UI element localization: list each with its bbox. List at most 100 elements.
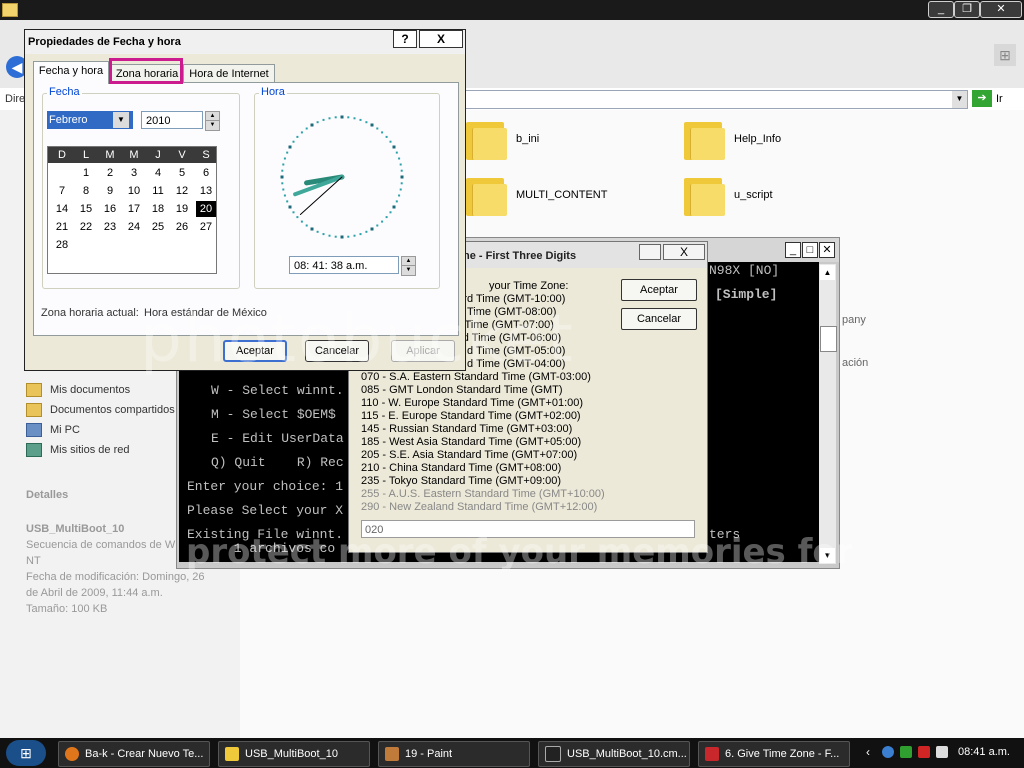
- year-input[interactable]: 2010: [141, 111, 203, 129]
- folder-icon[interactable]: [684, 174, 725, 216]
- calendar-day[interactable]: 12: [172, 183, 192, 199]
- ok-button[interactable]: Aceptar: [223, 340, 287, 362]
- cancel-button[interactable]: Cancelar: [305, 340, 369, 362]
- folder-name[interactable]: Help_Info: [734, 133, 781, 145]
- clock-tick: [296, 216, 299, 219]
- ok-button[interactable]: Aceptar: [621, 279, 697, 301]
- clock-tick: [353, 117, 356, 120]
- tz-code-input[interactable]: 020: [361, 520, 695, 538]
- go-arrow-icon[interactable]: ➔: [972, 90, 992, 107]
- clock-tick: [399, 163, 402, 166]
- taskbar-item[interactable]: Ba-k - Crear Nuevo Te...: [58, 741, 210, 767]
- taskbar-item[interactable]: 6. Give Time Zone - F...: [698, 741, 850, 767]
- clock-tick: [376, 224, 379, 227]
- calendar-day[interactable]: 25: [148, 219, 168, 235]
- calendar-day[interactable]: 18: [148, 201, 168, 217]
- file-detail-text: pany: [842, 314, 866, 326]
- spin-down-icon[interactable]: ▼: [401, 265, 416, 276]
- folder-icon[interactable]: [684, 118, 725, 160]
- cancel-button[interactable]: Cancelar: [621, 308, 697, 330]
- calendar-day[interactable]: 26: [172, 219, 192, 235]
- calendar-day[interactable]: 8: [76, 183, 96, 199]
- close-button[interactable]: ✕: [819, 242, 835, 258]
- close-button[interactable]: X: [663, 244, 705, 260]
- chevron-up-icon[interactable]: ▲: [820, 265, 835, 280]
- update-icon[interactable]: [918, 746, 930, 758]
- calendar-day[interactable]: 24: [124, 219, 144, 235]
- time-input[interactable]: 08: 41: 38 a.m.: [289, 256, 399, 274]
- address-input[interactable]: ▼: [460, 90, 968, 109]
- tz-option: 185 - West Asia Standard Time (GMT+05:00…: [361, 436, 582, 448]
- clock-tick: [370, 123, 374, 127]
- folder-icon[interactable]: [466, 118, 507, 160]
- calendar-day[interactable]: 23: [100, 219, 120, 235]
- network-icon: [26, 443, 42, 458]
- calendar-day[interactable]: 6: [196, 165, 216, 181]
- minimize-button[interactable]: [639, 244, 661, 260]
- current-tz-label: Zona horaria actual:: [41, 307, 139, 319]
- calendar-day[interactable]: 16: [100, 201, 120, 217]
- calendar-day[interactable]: 3: [124, 165, 144, 181]
- go-button[interactable]: Ir: [996, 93, 1003, 105]
- calendar-day[interactable]: 20: [196, 201, 216, 217]
- minimize-button[interactable]: _: [928, 1, 954, 18]
- close-button[interactable]: ✕: [980, 1, 1022, 18]
- tz-option: 205 - S.E. Asia Standard Time (GMT+07:00…: [361, 449, 578, 461]
- calendar-day[interactable]: 1: [76, 165, 96, 181]
- calendar-day[interactable]: 21: [52, 219, 72, 235]
- calendar-day[interactable]: 2: [100, 165, 120, 181]
- volume-icon[interactable]: [936, 746, 948, 758]
- calendar-day[interactable]: 15: [76, 201, 96, 217]
- clock-tick: [305, 224, 308, 227]
- calendar-day[interactable]: 4: [148, 165, 168, 181]
- spin-down-icon[interactable]: ▼: [205, 120, 220, 131]
- clock-tick: [286, 200, 289, 203]
- folder-name[interactable]: MULTI_CONTENT: [516, 189, 607, 201]
- calendar-day[interactable]: 5: [172, 165, 192, 181]
- start-button[interactable]: ⊞: [6, 740, 46, 766]
- chevron-down-icon[interactable]: ▼: [952, 91, 967, 108]
- calendar-day[interactable]: 28: [52, 237, 72, 253]
- scrollbar[interactable]: ▲ ▼: [819, 264, 837, 564]
- restore-button[interactable]: ❐: [954, 1, 980, 18]
- help-button[interactable]: ?: [393, 30, 417, 48]
- calendar-day[interactable]: 14: [52, 201, 72, 217]
- calendar-day[interactable]: 27: [196, 219, 216, 235]
- chevron-down-icon[interactable]: ▼: [113, 112, 129, 128]
- folder-name[interactable]: u_script: [734, 189, 773, 201]
- calendar-day[interactable]: 9: [100, 183, 120, 199]
- maximize-button[interactable]: □: [802, 242, 818, 258]
- chevron-down-icon[interactable]: ▼: [820, 548, 835, 563]
- minimize-button[interactable]: _: [785, 242, 801, 258]
- clock-tick: [365, 230, 368, 233]
- clock-tick: [305, 127, 308, 130]
- clock-tick: [316, 230, 319, 233]
- tab-hora-de-internet[interactable]: Hora de Internet: [183, 64, 275, 83]
- folder-name[interactable]: b_ini: [516, 133, 539, 145]
- scrollbar-thumb[interactable]: [820, 326, 837, 352]
- taskbar-item[interactable]: 19 - Paint: [378, 741, 530, 767]
- clock[interactable]: 08:41 a.m.: [958, 746, 1010, 758]
- tab-fecha-y-hora[interactable]: Fecha y hora: [33, 61, 109, 84]
- calendar-day[interactable]: 10: [124, 183, 144, 199]
- calendar-day[interactable]: 22: [76, 219, 96, 235]
- security-icon[interactable]: [900, 746, 912, 758]
- calendar-day[interactable]: 17: [124, 201, 144, 217]
- system-tray: ‹ 08:41 a.m.: [862, 742, 1022, 764]
- calendar-day[interactable]: 11: [148, 183, 168, 199]
- tz-option: 255 - A.U.S. Eastern Standard Time (GMT+…: [361, 488, 605, 500]
- windows-logo-icon: ⊞: [994, 44, 1016, 66]
- tz-option: d Time (GMT-05:00): [467, 345, 566, 357]
- apply-button[interactable]: Aplicar: [391, 340, 455, 362]
- clock-tick: [316, 121, 319, 124]
- chevron-left-icon[interactable]: ‹: [866, 746, 878, 758]
- close-button[interactable]: X: [419, 30, 463, 48]
- taskbar-item[interactable]: USB_MultiBoot_10: [218, 741, 370, 767]
- taskbar-item[interactable]: USB_MultiBoot_10.cm...: [538, 741, 690, 767]
- calendar-day[interactable]: 13: [196, 183, 216, 199]
- calendar-day[interactable]: 19: [172, 201, 192, 217]
- calendar-day[interactable]: 7: [52, 183, 72, 199]
- network-icon[interactable]: [882, 746, 894, 758]
- clock-tick: [381, 131, 384, 134]
- folder-icon[interactable]: [466, 174, 507, 216]
